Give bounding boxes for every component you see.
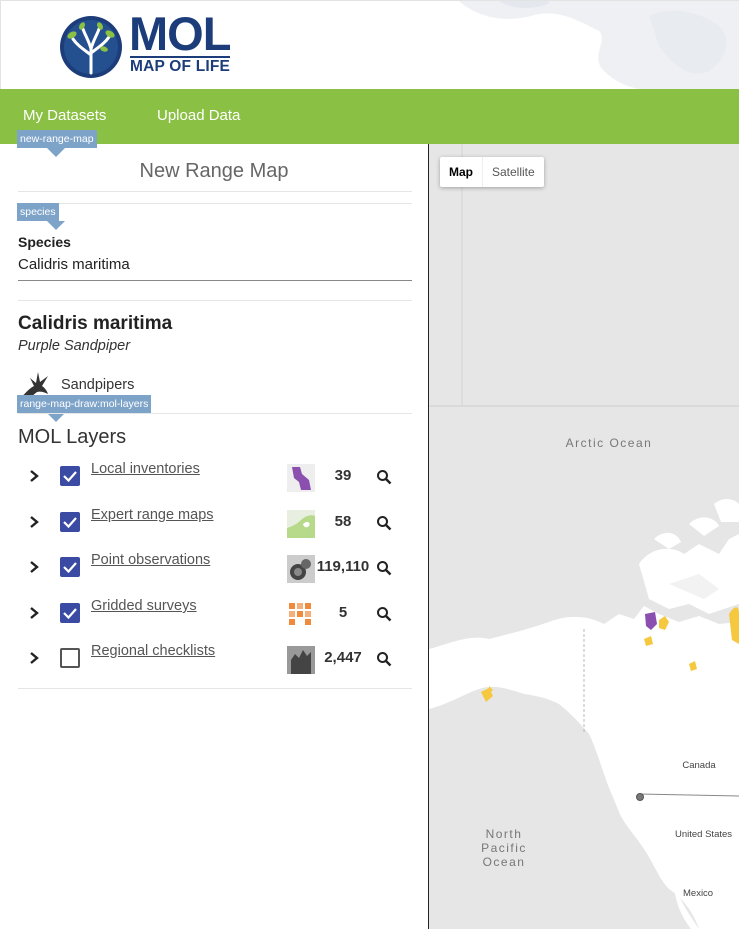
taxon-group-label: Sandpipers (61, 377, 135, 393)
page-title: New Range Map (139, 160, 289, 182)
layer-name[interactable]: Expert range maps (91, 507, 214, 523)
map-label-mexico: Mexico (683, 888, 714, 899)
layer-checkbox[interactable] (60, 648, 80, 668)
expert-range-thumb (287, 510, 315, 538)
debug-tag-mol-layers: range-map-draw:mol-layers (17, 395, 152, 422)
species-input[interactable]: Calidris maritima (18, 256, 412, 281)
logo-subtitle: MAP OF LIFE (130, 58, 231, 75)
layer-count: 119,110 (316, 558, 370, 575)
map-label-canada: Canada (682, 760, 716, 771)
map-label-arctic-ocean: Arctic Ocean (565, 436, 653, 450)
layers-title: MOL Layers (18, 426, 127, 448)
layer-row-gridded-surveys: Gridded surveys 5 (18, 598, 412, 629)
divider (18, 191, 412, 192)
divider (18, 300, 412, 301)
zoom-to-layer-icon[interactable] (376, 560, 392, 576)
mol-logo[interactable]: MOL MAP OF LIFE (59, 7, 239, 79)
common-name: Purple Sandpiper (18, 338, 131, 354)
chevron-right-icon[interactable] (27, 606, 41, 620)
logo-wordmark: MOL (129, 7, 231, 60)
map-label-pacific: Pacific (481, 841, 527, 855)
layer-name[interactable]: Regional checklists (91, 643, 215, 659)
species-label: Species (18, 234, 71, 250)
map-type-satellite-button[interactable]: Satellite (482, 157, 544, 187)
debug-tag-new-range-map: new-range-map (17, 130, 97, 157)
layer-row-expert-range-maps: Expert range maps 58 (18, 507, 412, 538)
debug-tag-species: species (17, 203, 65, 230)
divider (18, 203, 412, 204)
nav-upload-data[interactable]: Upload Data (157, 107, 240, 124)
chevron-right-icon[interactable] (27, 469, 41, 483)
zoom-to-layer-icon[interactable] (376, 515, 392, 531)
zoom-to-layer-icon[interactable] (376, 469, 392, 485)
layer-checkbox[interactable] (60, 603, 80, 623)
layer-name[interactable]: Gridded surveys (91, 598, 197, 614)
top-nav: My Datasets Upload Data (0, 89, 739, 144)
layer-count: 39 (334, 467, 352, 484)
map-label-ocean: Ocean (482, 855, 526, 869)
map-label-north: North (485, 827, 523, 841)
layer-name[interactable]: Point observations (91, 552, 210, 568)
layer-name[interactable]: Local inventories (91, 461, 200, 477)
point-observations-thumb (287, 555, 315, 583)
chevron-right-icon[interactable] (27, 651, 41, 665)
chevron-right-icon[interactable] (27, 560, 41, 574)
regional-checklists-thumb (287, 646, 315, 674)
globe-tree-icon (60, 16, 122, 78)
map-type-map-button[interactable]: Map (440, 157, 482, 187)
zoom-to-layer-icon[interactable] (376, 651, 392, 667)
gridded-surveys-thumb (287, 601, 315, 629)
scientific-name: Calidris maritima (18, 313, 173, 334)
layer-row-local-inventories: Local inventories 39 (18, 461, 412, 492)
nav-my-datasets[interactable]: My Datasets (23, 107, 106, 124)
divider (18, 413, 412, 414)
zoom-to-layer-icon[interactable] (376, 606, 392, 622)
map-label-united-states: United States (675, 829, 733, 840)
layer-row-regional-checklists: Regional checklists 2,447 (18, 643, 412, 674)
layer-checkbox[interactable] (60, 557, 80, 577)
divider (18, 688, 412, 689)
app-header: MOL MAP OF LIFE (0, 0, 739, 89)
layer-count: 5 (338, 604, 348, 621)
basemap (429, 144, 739, 929)
local-inventories-thumb (287, 464, 315, 492)
layer-count: 58 (334, 513, 352, 530)
layer-count: 2,447 (324, 649, 362, 666)
map-view[interactable]: Map Satellite Arctic Ocean North Pacific… (429, 144, 739, 929)
chevron-right-icon[interactable] (27, 515, 41, 529)
layer-checkbox[interactable] (60, 466, 80, 486)
world-map-background (459, 1, 739, 89)
layer-row-point-observations: Point observations 119,110 (18, 552, 412, 583)
map-type-toggle: Map Satellite (440, 157, 544, 187)
layer-checkbox[interactable] (60, 512, 80, 532)
